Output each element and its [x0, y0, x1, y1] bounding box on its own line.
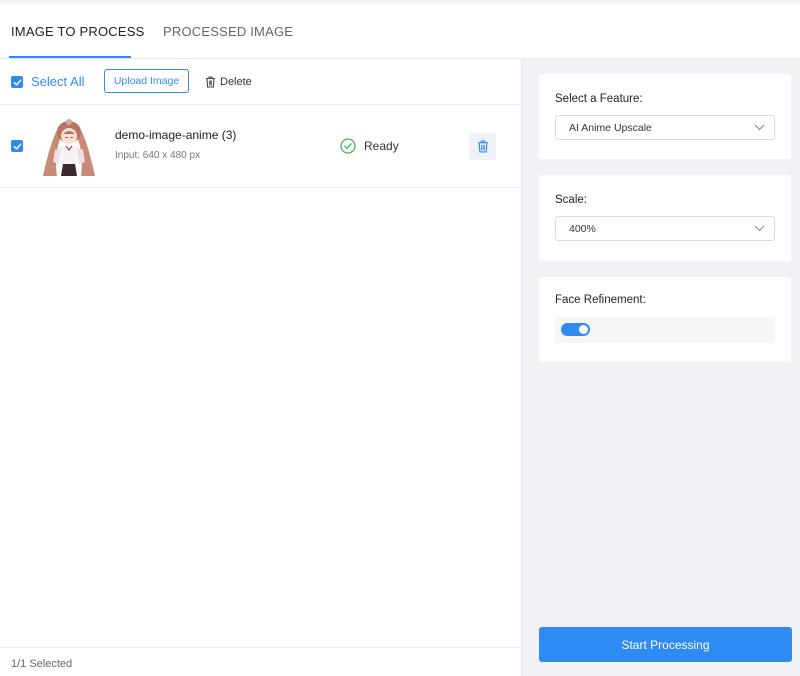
scale-card: Scale: 400% [539, 175, 791, 261]
delete-label: Delete [220, 76, 252, 88]
select-all-checkbox[interactable] [11, 76, 23, 88]
active-tab-indicator [9, 56, 131, 58]
check-icon [13, 79, 21, 85]
settings-panel: Select a Feature: AI Anime Upscale Scale… [522, 59, 800, 676]
chevron-down-icon [754, 124, 765, 131]
image-thumbnail [41, 116, 97, 176]
tab-bar: IMAGE TO PROCESS PROCESSED IMAGE [0, 6, 800, 59]
check-icon [13, 143, 21, 149]
trash-icon [477, 140, 488, 153]
feature-card: Select a Feature: AI Anime Upscale [539, 74, 791, 159]
upload-image-button[interactable]: Upload Image [104, 69, 189, 93]
scale-label: Scale: [555, 194, 587, 206]
face-refinement-label: Face Refinement: [555, 294, 646, 306]
row-checkbox[interactable] [11, 140, 23, 152]
face-refinement-card: Face Refinement: [539, 277, 791, 362]
tab-image-to-process[interactable]: IMAGE TO PROCESS [11, 24, 144, 39]
feature-select[interactable]: AI Anime Upscale [555, 115, 775, 140]
list-footer: 1/1 Selected [0, 647, 521, 676]
face-refinement-row [555, 317, 775, 343]
start-processing-button[interactable]: Start Processing [539, 627, 792, 662]
face-refinement-toggle[interactable] [561, 323, 590, 336]
file-dimensions: Input: 640 x 480 px [115, 150, 201, 161]
list-toolbar: Select All Upload Image Delete [0, 59, 522, 105]
status-text: Ready [364, 139, 399, 153]
feature-select-value: AI Anime Upscale [569, 122, 652, 134]
toggle-knob [579, 325, 588, 334]
check-circle-icon [340, 138, 356, 154]
selection-count: 1/1 Selected [11, 658, 73, 670]
chevron-down-icon [754, 225, 765, 232]
delete-button[interactable]: Delete [205, 74, 252, 90]
feature-label: Select a Feature: [555, 93, 643, 105]
row-delete-button[interactable] [469, 133, 496, 160]
file-name: demo-image-anime (3) [115, 128, 237, 142]
table-row[interactable]: demo-image-anime (3) Input: 640 x 480 px… [0, 105, 522, 188]
scale-select-value: 400% [569, 223, 596, 235]
scale-select[interactable]: 400% [555, 216, 775, 241]
status-badge: Ready [340, 138, 399, 154]
image-list-panel: Select All Upload Image Delete demo-imag… [0, 59, 522, 676]
trash-icon [206, 76, 215, 88]
select-all-label[interactable]: Select All [31, 74, 84, 89]
tab-processed-image[interactable]: PROCESSED IMAGE [163, 24, 293, 39]
